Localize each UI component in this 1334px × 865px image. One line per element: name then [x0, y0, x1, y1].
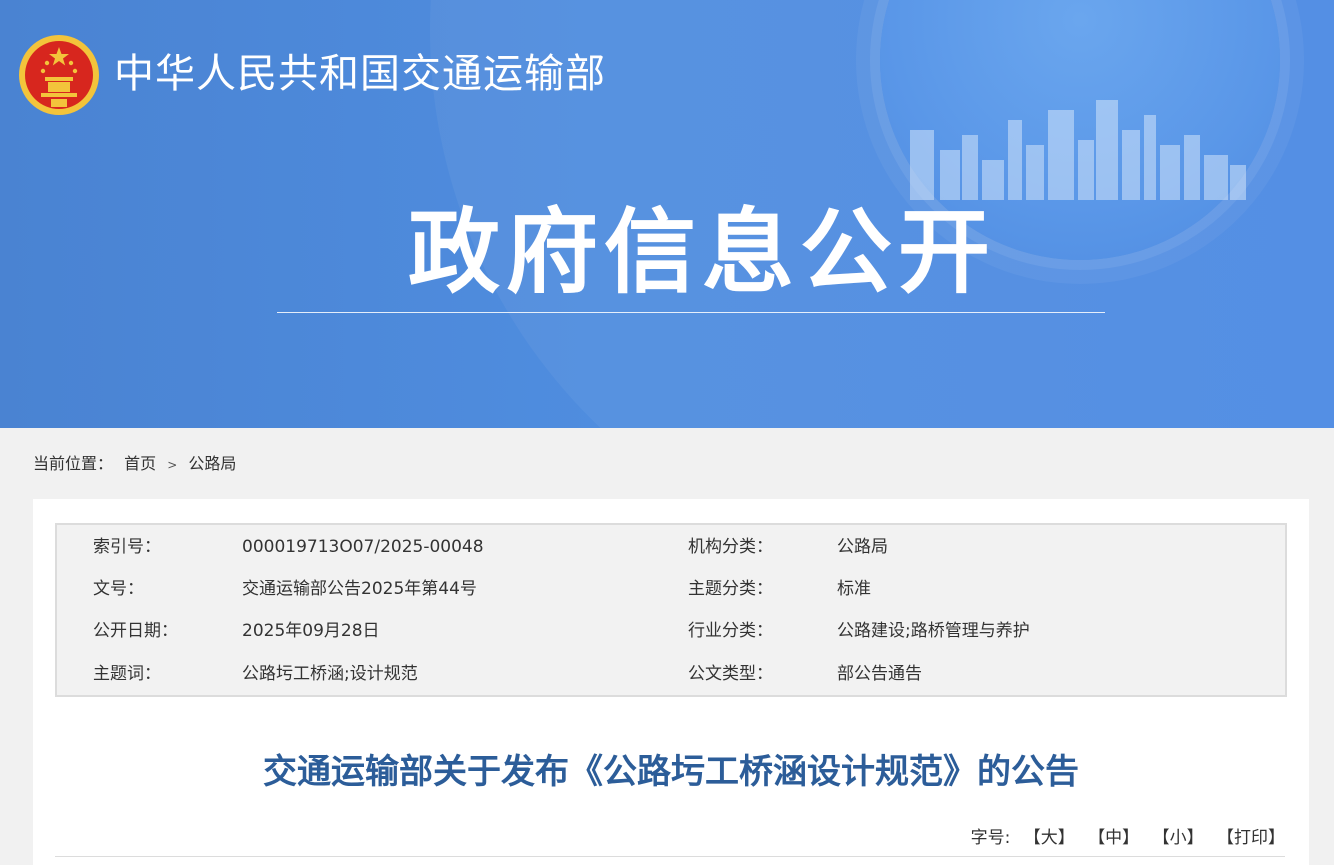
national-emblem-icon [19, 35, 99, 115]
industry-category-label: 行业分类： [688, 621, 773, 641]
font-size-label: 字号: [970, 828, 1011, 848]
publish-date-label: 公开日期： [93, 621, 178, 641]
font-large-button[interactable]: 【大】 [1024, 828, 1075, 848]
topic-category-label: 主题分类： [688, 579, 773, 599]
banner-title-underline [277, 312, 1105, 313]
font-size-toolbar: 字号: 【大】 【中】 【小】 【打印】 [971, 827, 1285, 849]
breadcrumb-home-link[interactable]: 首页 [124, 454, 156, 473]
index-number-value: 000019713O07/2025-00048 [242, 537, 484, 557]
document-info-box: 索引号： 000019713O07/2025-00048 机构分类： 公路局 文… [55, 523, 1287, 697]
font-medium-button[interactable]: 【中】 [1088, 828, 1139, 848]
article-title: 交通运输部关于发布《公路圬工桥涵设计规范》的公告 [263, 752, 1079, 792]
keywords-value: 公路圬工桥涵;设计规范 [242, 664, 418, 684]
font-small-button[interactable]: 【小】 [1153, 828, 1204, 848]
agency-category-value: 公路局 [837, 537, 888, 557]
document-number-value: 交通运输部公告2025年第44号 [242, 579, 477, 599]
topic-category-value: 标准 [837, 579, 871, 599]
document-number-label: 文号： [93, 579, 144, 599]
content-divider [55, 856, 1285, 857]
breadcrumb-separator: > [167, 458, 178, 472]
index-number-label: 索引号： [93, 537, 161, 557]
agency-category-label: 机构分类： [688, 537, 773, 557]
content-panel: 索引号： 000019713O07/2025-00048 机构分类： 公路局 文… [33, 499, 1309, 865]
document-type-value: 部公告通告 [837, 664, 922, 684]
banner-title: 政府信息公开 [408, 199, 997, 306]
ministry-name[interactable]: 中华人民共和国交通运输部 [114, 52, 606, 96]
city-skyline-icon [910, 100, 1246, 200]
publish-date-value: 2025年09月28日 [242, 621, 380, 641]
header-banner: 中华人民共和国交通运输部 政府信息公开 [0, 0, 1334, 428]
document-type-label: 公文类型： [688, 664, 773, 684]
breadcrumb-section-link[interactable]: 公路局 [188, 454, 236, 473]
breadcrumb-prefix: 当前位置： [33, 454, 114, 473]
breadcrumb: 当前位置： 首页 > 公路局 [33, 454, 242, 475]
keywords-label: 主题词： [93, 664, 161, 684]
print-button[interactable]: 【打印】 [1217, 828, 1285, 848]
industry-category-value: 公路建设;路桥管理与养护 [837, 621, 1030, 641]
